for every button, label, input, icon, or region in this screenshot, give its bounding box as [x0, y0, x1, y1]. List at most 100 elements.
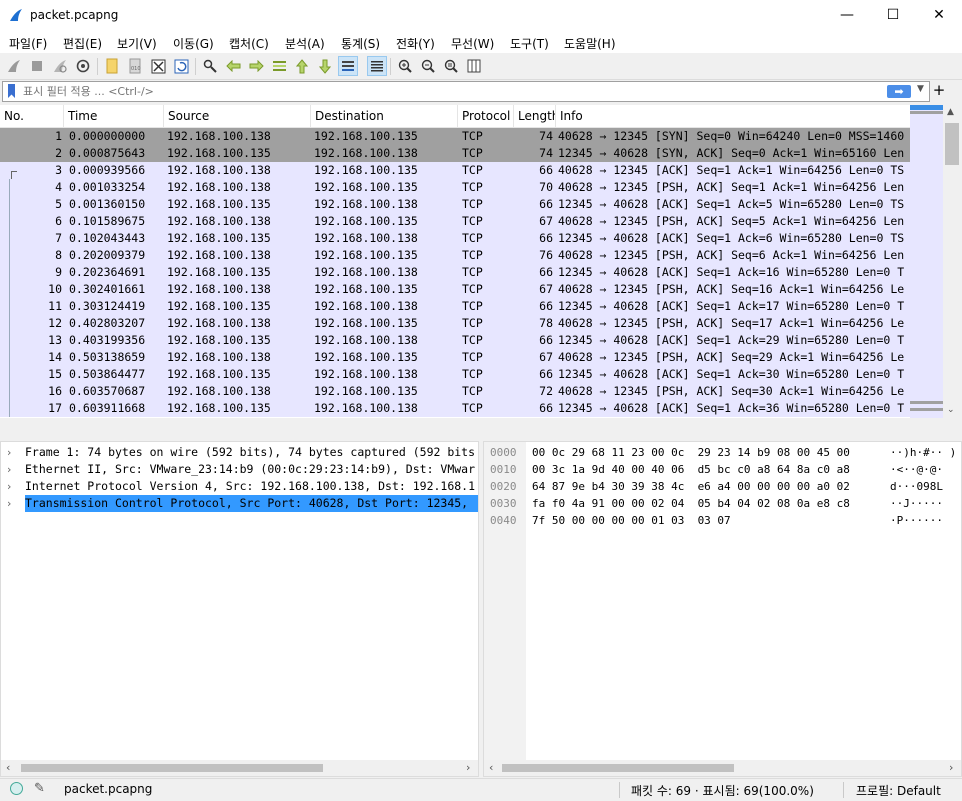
colorize-icon[interactable] [367, 56, 387, 76]
menu-telephony[interactable]: 전화(Y) [396, 35, 435, 52]
bytes-hscroll[interactable]: ‹ › [484, 760, 961, 776]
expand-arrow-icon[interactable]: › [7, 461, 11, 478]
col-header-source[interactable]: Source [164, 105, 311, 127]
packet-list-scrollbar[interactable]: ▲ ⌄ [943, 105, 962, 418]
packet-row[interactable]: 2 0.000875643 192.168.100.135 192.168.100.1… [0, 145, 910, 162]
byte-hex[interactable]: 00 3c 1a 9d 40 00 40 06 d5 bc c0 a8 64 8… [532, 461, 850, 478]
details-hscroll[interactable]: ‹ › [1, 760, 478, 776]
packet-row[interactable]: 16 0.603570687 192.168.100.138 192.168.100.… [0, 383, 910, 400]
byte-hex[interactable]: fa f0 4a 91 00 00 02 04 05 b4 04 02 08 0… [532, 495, 850, 512]
zoom-in-icon[interactable] [396, 57, 414, 75]
find-packet-icon[interactable] [201, 57, 219, 75]
col-header-no[interactable]: No. [0, 105, 64, 127]
minimize-button[interactable]: — [824, 0, 870, 31]
capture-comment-icon[interactable]: ✎ [34, 781, 45, 796]
save-file-icon[interactable]: 010 [126, 57, 144, 75]
byte-hex[interactable]: 7f 50 00 00 00 00 01 03 03 07 [532, 512, 731, 529]
options-gear-icon[interactable] [74, 57, 92, 75]
packet-list[interactable]: No. Time Source Destination Protocol Len… [0, 105, 962, 418]
zoom-normal-icon[interactable] [442, 57, 460, 75]
autoscroll-icon[interactable] [338, 56, 358, 76]
col-header-time[interactable]: Time [64, 105, 164, 127]
scroll-thumb[interactable] [945, 123, 959, 165]
packet-row[interactable]: 4 0.001033254 192.168.100.138 192.168.100.1… [0, 179, 910, 196]
close-button[interactable]: ✕ [916, 0, 962, 31]
byte-offset[interactable]: 0040 [490, 512, 517, 529]
menu-go[interactable]: 이동(G) [173, 35, 214, 52]
bytes-hscroll-thumb[interactable] [502, 764, 734, 772]
byte-offset[interactable]: 0030 [490, 495, 517, 512]
byte-ascii[interactable]: ·<··@·@· [890, 461, 943, 478]
filter-bookmark-icon[interactable] [8, 84, 15, 98]
expand-arrow-icon[interactable]: › [7, 495, 11, 512]
details-hscroll-thumb[interactable] [21, 764, 323, 772]
detail-tree-item[interactable]: › Transmission Control Protocol, Src Port… [1, 495, 478, 512]
go-back-icon[interactable] [224, 57, 242, 75]
go-to-packet-icon[interactable] [270, 57, 288, 75]
packet-minimap[interactable] [910, 105, 943, 418]
packet-row[interactable]: 7 0.102043443 192.168.100.135 192.168.100.1… [0, 230, 910, 247]
byte-hex[interactable]: 00 0c 29 68 11 23 00 0c 29 23 14 b9 08 0… [532, 444, 850, 461]
scroll-left-icon[interactable]: ‹ [489, 761, 493, 774]
packet-bytes-pane[interactable]: 0000 00 0c 29 68 11 23 00 0c 29 23 14 b9 … [483, 441, 962, 777]
capture-status-icon[interactable] [10, 782, 23, 795]
byte-offset[interactable]: 0010 [490, 461, 517, 478]
resize-columns-icon[interactable] [465, 57, 483, 75]
menu-file[interactable]: 파일(F) [9, 35, 47, 52]
go-forward-icon[interactable] [247, 57, 265, 75]
packet-row[interactable]: 5 0.001360150 192.168.100.135 192.168.100.1… [0, 196, 910, 213]
col-header-destination[interactable]: Destination [311, 105, 458, 127]
packet-row[interactable]: 10 0.302401661 192.168.100.138 192.168.100.… [0, 281, 910, 298]
packet-row[interactable]: 6 0.101589675 192.168.100.138 192.168.100.1… [0, 213, 910, 230]
packet-row[interactable]: 13 0.403199356 192.168.100.135 192.168.100.… [0, 332, 910, 349]
packet-row[interactable]: 15 0.503864477 192.168.100.135 192.168.100.… [0, 366, 910, 383]
byte-offset[interactable]: 0020 [490, 478, 517, 495]
byte-ascii[interactable]: d···098L [890, 478, 943, 495]
menu-wireless[interactable]: 무선(W) [451, 35, 494, 52]
scroll-up-icon[interactable]: ▲ [947, 107, 954, 117]
packet-row[interactable]: 3 0.000939566 192.168.100.138 192.168.100.1… [0, 162, 910, 180]
packet-row[interactable]: 14 0.503138659 192.168.100.138 192.168.100.… [0, 349, 910, 366]
menu-analyze[interactable]: 분석(A) [285, 35, 325, 52]
display-filter-input[interactable] [23, 83, 863, 99]
scroll-right-icon[interactable]: › [466, 761, 470, 774]
add-filter-button[interactable]: + [932, 81, 946, 100]
packet-row[interactable]: 1 0.000000000 192.168.100.138 192.168.100.1… [0, 128, 910, 145]
packet-list-hscroll[interactable] [0, 420, 962, 436]
col-header-length[interactable]: Length [514, 105, 556, 127]
packet-row[interactable]: 17 0.603911668 192.168.100.135 192.168.100.… [0, 400, 910, 417]
stop-icon[interactable] [28, 57, 46, 75]
menu-help[interactable]: 도움말(H) [564, 35, 616, 52]
go-last-icon[interactable] [316, 57, 334, 75]
scroll-right-icon[interactable]: › [949, 761, 953, 774]
menu-statistics[interactable]: 통계(S) [341, 35, 380, 52]
menu-view[interactable]: 보기(V) [117, 35, 157, 52]
byte-ascii[interactable]: ··)h·#·· ) [890, 444, 956, 461]
expand-arrow-icon[interactable]: › [7, 478, 11, 495]
open-file-icon[interactable] [103, 57, 121, 75]
zoom-out-icon[interactable] [419, 57, 437, 75]
detail-tree-item[interactable]: › Internet Protocol Version 4, Src: 192.1… [1, 478, 478, 495]
packet-row[interactable]: 11 0.303124419 192.168.100.135 192.168.100.… [0, 298, 910, 315]
expand-arrow-icon[interactable]: › [7, 444, 11, 461]
apply-filter-button[interactable]: ➡ [887, 85, 911, 98]
reload-icon[interactable] [172, 57, 190, 75]
byte-hex[interactable]: 64 87 9e b4 30 39 38 4c e6 a4 00 00 00 0… [532, 478, 850, 495]
packet-row[interactable]: 12 0.402803207 192.168.100.138 192.168.100.… [0, 315, 910, 332]
scroll-left-icon[interactable]: ‹ [6, 761, 10, 774]
packet-details-pane[interactable]: › Frame 1: 74 bytes on wire (592 bits), 7… [0, 441, 479, 777]
packet-row[interactable]: 8 0.202009379 192.168.100.138 192.168.100.1… [0, 247, 910, 264]
go-first-icon[interactable] [293, 57, 311, 75]
menu-capture[interactable]: 캡처(C) [229, 35, 269, 52]
restart-icon[interactable] [51, 57, 69, 75]
filter-history-dropdown-icon[interactable]: ▼ [917, 84, 924, 94]
close-file-icon[interactable] [149, 57, 167, 75]
byte-ascii[interactable]: ··J····· [890, 495, 943, 512]
status-profile[interactable]: 프로필: Default [856, 782, 941, 799]
maximize-button[interactable]: ☐ [870, 0, 916, 31]
menu-tools[interactable]: 도구(T) [510, 35, 549, 52]
menu-edit[interactable]: 편집(E) [63, 35, 102, 52]
byte-offset[interactable]: 0000 [490, 444, 517, 461]
col-header-info[interactable]: Info [556, 105, 910, 127]
detail-tree-item[interactable]: › Ethernet II, Src: VMware_23:14:b9 (00:0… [1, 461, 478, 478]
